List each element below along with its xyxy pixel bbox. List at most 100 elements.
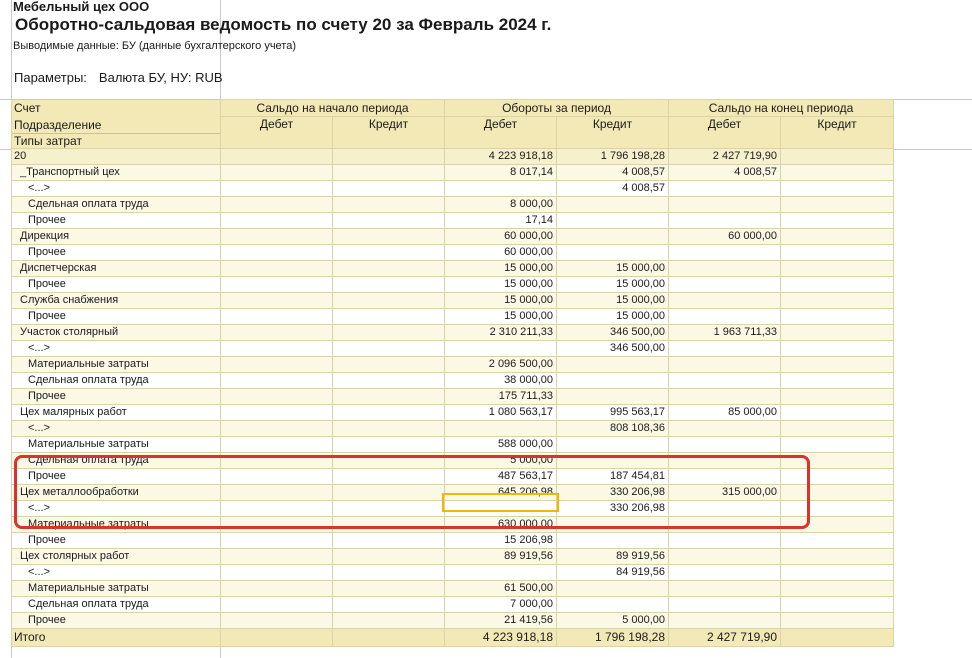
cell-closing-credit[interactable] (780, 147, 895, 165)
cell-opening-credit[interactable] (332, 611, 445, 629)
cell-closing-credit[interactable] (780, 371, 895, 389)
cell-turnover-debit[interactable]: 21 419,56 (444, 611, 557, 629)
cell-turnover-credit[interactable]: 15 000,00 (555, 275, 670, 293)
table-row[interactable]: Сдельная оплата труда 8 000,00 (11, 195, 895, 213)
cell-opening-credit[interactable] (332, 243, 445, 261)
cell-opening-debit[interactable] (220, 307, 333, 325)
cell-opening-debit[interactable] (220, 195, 333, 213)
cell-turnover-credit[interactable] (555, 243, 670, 261)
table-row[interactable]: Прочее 15 000,00 15 000,00 (11, 307, 895, 325)
cell-opening-debit[interactable] (220, 339, 333, 357)
cell-opening-debit[interactable] (220, 259, 333, 277)
cell-closing-debit[interactable] (668, 211, 782, 229)
cell-turnover-debit[interactable]: 15 000,00 (444, 275, 557, 293)
cell-turnover-debit[interactable]: 15 206,98 (444, 531, 557, 549)
cell-opening-credit[interactable] (332, 323, 445, 341)
cell-closing-credit[interactable] (780, 387, 895, 405)
cell-closing-debit[interactable]: 2 427 719,90 (668, 147, 782, 165)
cell-closing-credit[interactable] (780, 291, 895, 309)
cell-closing-credit[interactable] (780, 579, 895, 597)
cell-turnover-credit[interactable] (555, 579, 670, 597)
cell-opening-credit[interactable] (332, 531, 445, 549)
cell-closing-credit[interactable] (780, 195, 895, 213)
table-row[interactable]: Цех малярных работ 1 080 563,17 995 563,17… (11, 403, 895, 421)
cell-opening-debit[interactable] (220, 371, 333, 389)
cell-turnover-debit[interactable]: 175 711,33 (444, 387, 557, 405)
cell-turnover-credit[interactable] (555, 371, 670, 389)
cell-opening-credit[interactable] (332, 355, 445, 373)
cell-closing-credit[interactable] (780, 211, 895, 229)
cell-opening-debit[interactable] (220, 323, 333, 341)
cell-opening-debit[interactable] (220, 355, 333, 373)
cell-closing-debit[interactable] (668, 611, 782, 629)
cell-opening-debit[interactable] (220, 291, 333, 309)
table-row[interactable]: <...> 808 108,36 (11, 419, 895, 437)
cell-closing-credit[interactable] (780, 611, 895, 629)
table-row[interactable]: Материальные затраты 2 096 500,00 (11, 355, 895, 373)
cell-opening-credit[interactable] (332, 179, 445, 197)
cell-closing-credit[interactable] (780, 227, 895, 245)
cell-turnover-credit[interactable]: 15 000,00 (555, 259, 670, 277)
cell-closing-debit[interactable] (668, 579, 782, 597)
cell-opening-credit[interactable] (332, 307, 445, 325)
cell-closing-credit[interactable] (780, 563, 895, 581)
cell-opening-credit[interactable] (332, 339, 445, 357)
cell-turnover-credit[interactable]: 995 563,17 (555, 403, 670, 421)
table-row[interactable]: 20 4 223 918,18 1 796 198,28 2 427 719,90 (11, 147, 895, 165)
cell-closing-debit[interactable] (668, 275, 782, 293)
cell-turnover-credit[interactable] (555, 195, 670, 213)
cell-opening-debit[interactable] (220, 387, 333, 405)
cell-closing-debit[interactable] (668, 355, 782, 373)
cell-turnover-debit[interactable]: 17,14 (444, 211, 557, 229)
table-row[interactable]: Прочее 175 711,33 (11, 387, 895, 405)
cell-opening-debit[interactable] (220, 243, 333, 261)
cell-turnover-debit[interactable]: 4 223 918,18 (444, 147, 557, 165)
cell-opening-credit[interactable] (332, 435, 445, 453)
cell-opening-credit[interactable] (332, 291, 445, 309)
cell-opening-credit[interactable] (332, 579, 445, 597)
cell-opening-credit[interactable] (332, 563, 445, 581)
cell-closing-debit[interactable] (668, 179, 782, 197)
cell-opening-credit[interactable] (332, 211, 445, 229)
table-row[interactable]: Дирекция 60 000,00 60 000,00 (11, 227, 895, 245)
cell-turnover-credit[interactable]: 346 500,00 (555, 339, 670, 357)
cell-closing-credit[interactable] (780, 547, 895, 565)
cell-turnover-credit[interactable] (555, 435, 670, 453)
cell-closing-debit[interactable] (668, 259, 782, 277)
cell-closing-debit[interactable] (668, 419, 782, 437)
cell-turnover-debit[interactable]: 1 080 563,17 (444, 403, 557, 421)
cell-opening-debit[interactable] (220, 563, 333, 581)
cell-turnover-credit[interactable] (555, 355, 670, 373)
cell-opening-debit[interactable] (220, 211, 333, 229)
cell-turnover-debit[interactable]: 8 017,14 (444, 163, 557, 181)
cell-turnover-debit[interactable]: 89 919,56 (444, 547, 557, 565)
cell-turnover-debit[interactable]: 2 096 500,00 (444, 355, 557, 373)
cell-closing-credit[interactable] (780, 403, 895, 421)
cell-closing-debit[interactable] (668, 371, 782, 389)
cell-closing-credit[interactable] (780, 307, 895, 325)
cell-closing-debit[interactable] (668, 339, 782, 357)
cell-closing-debit[interactable] (668, 435, 782, 453)
table-row[interactable]: Прочее 17,14 (11, 211, 895, 229)
table-row[interactable]: <...> 346 500,00 (11, 339, 895, 357)
cell-opening-credit[interactable] (332, 275, 445, 293)
table-row[interactable]: <...> 84 919,56 (11, 563, 895, 581)
cell-opening-credit[interactable] (332, 259, 445, 277)
cell-turnover-debit[interactable]: 588 000,00 (444, 435, 557, 453)
cell-closing-credit[interactable] (780, 531, 895, 549)
table-row[interactable]: Материальные затраты 61 500,00 (11, 579, 895, 597)
cell-turnover-debit[interactable]: 2 310 211,33 (444, 323, 557, 341)
cell-turnover-credit[interactable] (555, 531, 670, 549)
cell-turnover-credit[interactable]: 5 000,00 (555, 611, 670, 629)
cell-opening-debit[interactable] (220, 227, 333, 245)
cell-turnover-credit[interactable]: 15 000,00 (555, 307, 670, 325)
cell-closing-debit[interactable] (668, 307, 782, 325)
cell-opening-debit[interactable] (220, 403, 333, 421)
table-row[interactable]: Прочее 15 206,98 (11, 531, 895, 549)
cell-closing-credit[interactable] (780, 163, 895, 181)
cell-closing-credit[interactable] (780, 323, 895, 341)
cell-turnover-debit[interactable]: 60 000,00 (444, 243, 557, 261)
cell-turnover-debit[interactable] (444, 339, 557, 357)
cell-turnover-credit[interactable]: 4 008,57 (555, 179, 670, 197)
cell-opening-credit[interactable] (332, 595, 445, 613)
